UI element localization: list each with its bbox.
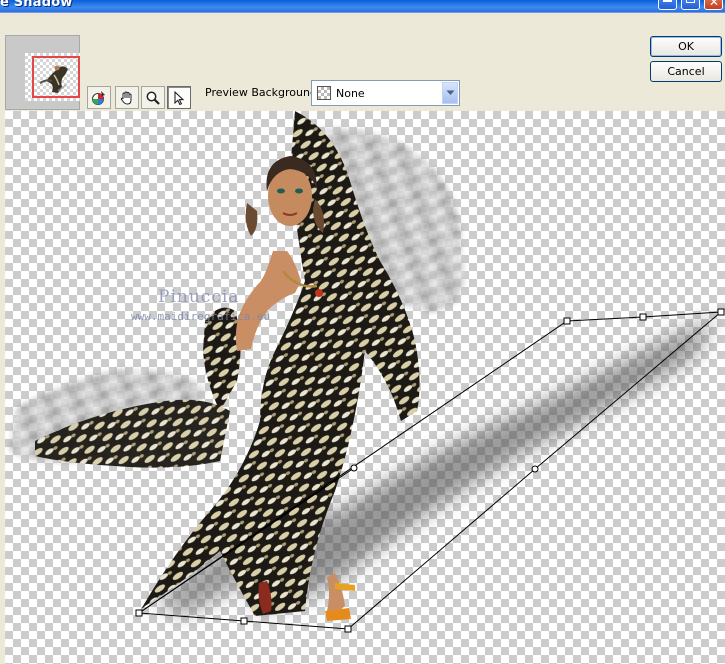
minimize-icon: [663, 0, 672, 2]
handle-bottom-right: [344, 625, 352, 633]
watermark-url: www.maidiregrafica.eu: [131, 310, 271, 323]
minimize-button[interactable]: [658, 0, 677, 10]
maximize-icon: [686, 0, 695, 3]
preview-background-value: None: [336, 87, 365, 100]
thumbnail-figure: [39, 65, 68, 93]
handle-top-mid: [639, 313, 647, 321]
title-bar-divider: [0, 12, 725, 13]
zoom-tool-button[interactable]: [141, 86, 165, 109]
canvas-artwork: [10, 111, 725, 633]
cancel-button[interactable]: Cancel: [650, 61, 722, 82]
pan-tool-button[interactable]: [115, 86, 139, 109]
watermark-title: Pinuccia: [158, 287, 240, 307]
handle-top-right: [717, 308, 725, 316]
close-button[interactable]: ✕: [704, 0, 723, 10]
ok-button[interactable]: OK: [650, 36, 722, 57]
title-bar: e Shadow ✕: [0, 0, 725, 12]
maximize-button[interactable]: [681, 0, 700, 10]
color-tool-button[interactable]: [87, 86, 111, 109]
preview-background-label: Preview Background:: [205, 86, 321, 99]
close-icon: ✕: [709, 0, 720, 9]
handle-bottom-left: [135, 609, 143, 617]
pointer-tool-button[interactable]: [167, 86, 191, 109]
thumbnail-navigator[interactable]: [5, 35, 80, 110]
handle-top-left: [563, 317, 571, 325]
window-title: e Shadow: [0, 0, 73, 10]
dropdown-arrow-button[interactable]: [442, 82, 458, 104]
preview-canvas[interactable]: Pinuccia www.maidiregrafica.eu: [5, 111, 725, 664]
color-wheel-icon: [92, 90, 105, 105]
thumbnail-view-frame[interactable]: [32, 56, 80, 98]
transparency-swatch-icon: [317, 86, 331, 100]
hand-icon: [120, 90, 132, 105]
chevron-down-icon: [446, 90, 454, 95]
handle-bottom-mid: [240, 617, 248, 625]
preview-background-select[interactable]: None: [311, 80, 460, 106]
handle-right-mid: [531, 465, 539, 473]
pointer-icon: [174, 90, 185, 105]
zoom-icon: [146, 91, 160, 105]
handle-left-mid: [350, 464, 358, 472]
